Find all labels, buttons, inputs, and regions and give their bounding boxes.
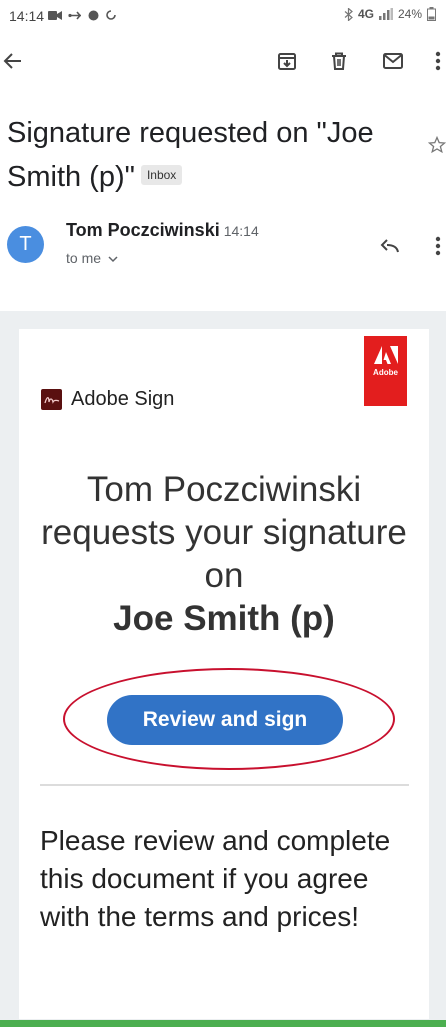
star-icon [428,136,446,154]
network-type: 4G [357,7,374,21]
body-divider [40,784,409,786]
headline-text: Tom Poczciwinski requests your signature… [41,470,407,595]
status-notification-icons [48,9,117,21]
inbox-label-chip[interactable]: Inbox [140,165,183,186]
bottom-frame-bar [0,1020,446,1027]
mail-icon [383,53,403,69]
email-message: Please review and complete this document… [40,825,391,932]
more-vert-icon [435,236,441,256]
reply-button[interactable] [380,238,400,254]
subject-text: Signature requested on "Joe Smith (p)" [7,117,374,193]
document-name: Joe Smith (p) [113,599,335,638]
status-system-icons: 4G 24% [344,7,436,21]
adobe-sign-brand: Adobe Sign [71,388,175,410]
adobe-logo-badge: Adobe [364,336,407,406]
reply-icon [380,239,399,253]
battery-percent: 24% [397,7,422,21]
adobe-logo-icon [373,346,398,364]
battery-icon [427,7,436,21]
signal-icon [378,8,393,20]
email-toolbar [0,40,446,84]
status-bar: 14:14 4G 24% [0,0,446,30]
delete-button[interactable] [329,51,349,71]
bluetooth-icon [344,7,353,21]
usb-icon [68,10,82,20]
back-button[interactable] [3,51,23,71]
chevron-down-icon [108,256,118,263]
trash-icon [332,52,346,70]
recipient-details-toggle[interactable]: to me [66,250,118,266]
adobe-sign-logo [41,389,62,410]
signature-icon [43,396,59,404]
archive-icon [278,53,296,70]
email-subject: Signature requested on "Joe Smith (p)" In… [7,111,405,199]
review-and-sign-button[interactable]: Review and sign [107,695,343,745]
arrow-left-icon [3,53,21,69]
sender-avatar[interactable]: T [7,226,44,263]
status-time: 14:14 [9,8,45,24]
video-icon [48,10,62,20]
archive-button[interactable] [277,51,297,71]
message-more-button[interactable] [435,236,441,256]
dot-icon [88,10,99,20]
sender-line: Tom Poczciwinski 14:14 [66,220,259,241]
recipient-label: to me [66,250,102,266]
more-vert-icon [435,51,441,71]
sync-icon [106,10,116,20]
star-button[interactable] [428,136,446,154]
more-options-button[interactable] [435,51,441,71]
sent-time: 14:14 [223,223,259,239]
request-headline: Tom Poczciwinski requests your signature… [39,468,409,640]
sender-name[interactable]: Tom Poczciwinski [66,220,220,240]
mark-unread-button[interactable] [382,51,404,71]
adobe-badge-text: Adobe [373,368,398,377]
